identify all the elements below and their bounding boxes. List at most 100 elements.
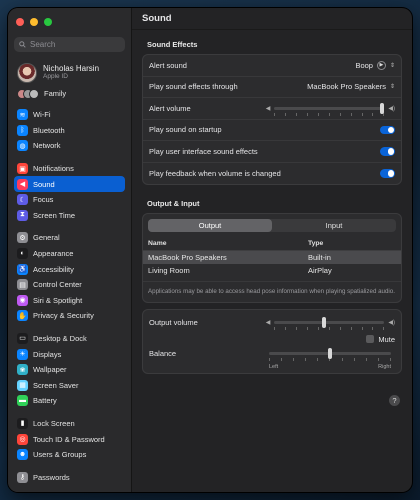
volume-feedback-row: Play feedback when volume is changed xyxy=(143,163,401,185)
volume-feedback-label: Play feedback when volume is changed xyxy=(149,168,281,178)
window-controls xyxy=(14,14,125,35)
sidebar-group: ⚙ General ◐ Appearance ♿ Accessibility ▤ Contro… xyxy=(14,230,125,324)
sidebar-item-screen-time[interactable]: ⧗ Screen Time xyxy=(14,208,125,224)
balance-slider[interactable] xyxy=(269,348,391,361)
family-item[interactable]: Family xyxy=(17,88,125,99)
column-header-type[interactable]: Type xyxy=(302,237,401,251)
dock-icon: ▭ xyxy=(17,332,28,344)
table-row[interactable]: Living Room AirPlay xyxy=(143,264,401,277)
sidebar-item-general[interactable]: ⚙ General xyxy=(14,230,125,246)
sidebar-item-label: Lock Screen xyxy=(33,418,75,428)
sidebar: Search Nicholas Harsin Apple ID Family ≋… xyxy=(8,8,132,492)
sidebar-item-label: Appearance xyxy=(33,248,74,258)
sidebar-item-label: Privacy & Security xyxy=(33,311,94,321)
device-name: Living Room xyxy=(148,265,190,275)
sidebar-item-screen-saver[interactable]: ▦ Screen Saver xyxy=(14,377,125,393)
startup-sound-toggle[interactable] xyxy=(380,125,395,134)
spatial-audio-note: Applications may be able to access head … xyxy=(143,280,401,302)
sidebar-item-control-center[interactable]: ▤ Control Center xyxy=(14,277,125,293)
table-row[interactable]: MacBook Pro Speakers Built-in xyxy=(143,250,401,264)
accessibility-icon: ♿ xyxy=(17,263,28,275)
device-name: MacBook Pro Speakers xyxy=(143,250,303,264)
device-type: Built-in xyxy=(302,250,401,264)
wallpaper-icon: ❀ xyxy=(17,364,28,376)
siri-icon: ◉ xyxy=(17,294,28,306)
appearance-icon: ◐ xyxy=(17,247,28,259)
users-icon: ☻ xyxy=(17,449,28,461)
column-header-name[interactable]: Name xyxy=(143,237,303,251)
play-sound-icon[interactable]: ▶ xyxy=(376,60,386,70)
search-input[interactable]: Search xyxy=(14,37,125,53)
mute-checkbox[interactable] xyxy=(366,335,375,343)
bell-icon: ▣ xyxy=(17,163,28,175)
sidebar-item-label: Focus xyxy=(33,195,54,205)
sidebar-item-passwords[interactable]: ⚷ Passwords xyxy=(14,469,125,485)
output-volume-slider[interactable] xyxy=(274,316,385,330)
family-avatars-icon xyxy=(17,88,39,99)
alert-volume-row: Alert volume ◀ ◀) xyxy=(143,98,401,120)
sidebar-item-users-groups[interactable]: ☻ Users & Groups xyxy=(14,447,125,463)
volume-feedback-toggle[interactable] xyxy=(380,169,395,178)
apple-id-account[interactable]: Nicholas Harsin Apple ID xyxy=(17,62,125,83)
tab-output[interactable]: Output xyxy=(148,219,272,232)
sidebar-item-focus[interactable]: ☾ Focus xyxy=(14,192,125,208)
sidebar-item-wi-fi[interactable]: ≋ Wi-Fi xyxy=(14,107,125,123)
sidebar-item-notifications[interactable]: ▣ Notifications xyxy=(14,161,125,177)
sidebar-item-label: Notifications xyxy=(33,164,74,174)
sidebar-item-battery[interactable]: ▬ Battery xyxy=(14,393,125,409)
sidebar-item-label: Desktop & Dock xyxy=(33,333,87,343)
sidebar-item-siri-spotlight[interactable]: ◉ Siri & Spotlight xyxy=(14,292,125,308)
hourglass-icon: ⧗ xyxy=(17,209,28,221)
sidebar-item-network[interactable]: ◍ Network xyxy=(14,138,125,154)
output-volume-row: Output volume ◀ ◀) xyxy=(143,312,401,334)
alert-volume-label: Alert volume xyxy=(149,103,191,113)
sidebar-item-label: Wallpaper xyxy=(33,365,67,375)
alert-volume-slider[interactable] xyxy=(274,102,385,116)
family-label: Family xyxy=(44,89,67,99)
sidebar-item-label: Battery xyxy=(33,396,57,406)
key-icon: ⚷ xyxy=(17,471,28,483)
speaker-high-icon: ◀) xyxy=(388,105,395,112)
ui-sounds-toggle[interactable] xyxy=(380,147,395,156)
chevron-updown-icon: ⇕ xyxy=(389,62,395,69)
output-volume-slider-wrap: ◀ ◀) xyxy=(266,316,395,330)
sidebar-item-touch-id-password[interactable]: ◎ Touch ID & Password xyxy=(14,431,125,447)
startup-sound-label: Play sound on startup xyxy=(149,125,222,135)
sidebar-item-lock-screen[interactable]: ▮ Lock Screen xyxy=(14,416,125,432)
help-button[interactable]: ? xyxy=(389,395,400,406)
battery-icon: ▬ xyxy=(17,395,28,407)
startup-sound-row: Play sound on startup xyxy=(143,120,401,141)
play-through-popup[interactable]: MacBook Pro Speakers ⇕ xyxy=(307,82,395,91)
alert-volume-slider-wrap: ◀ ◀) xyxy=(265,102,395,116)
sidebar-item-appearance[interactable]: ◐ Appearance xyxy=(14,246,125,262)
balance-left-label: Left xyxy=(269,364,279,370)
sidebar-item-accessibility[interactable]: ♿ Accessibility xyxy=(14,261,125,277)
speaker-icon: ◀ xyxy=(17,178,28,190)
sidebar-item-displays[interactable]: ☀ Displays xyxy=(14,346,125,362)
settings-window: Search Nicholas Harsin Apple ID Family ≋… xyxy=(8,8,412,492)
sidebar-item-desktop-dock[interactable]: ▭ Desktop & Dock xyxy=(14,331,125,347)
output-input-segmented: Output Input xyxy=(148,219,396,232)
search-placeholder: Search xyxy=(30,40,56,50)
sidebar-item-label: Displays xyxy=(33,349,62,359)
output-input-panel: Output Input Name Type MacBook Pro Speak… xyxy=(142,213,402,303)
sidebar-item-bluetooth[interactable]: ᛒ Bluetooth xyxy=(14,123,125,139)
output-volume-label: Output volume xyxy=(149,317,198,327)
sidebar-item-sound[interactable]: ◀ Sound xyxy=(14,176,125,192)
tab-input[interactable]: Input xyxy=(272,219,396,232)
sidebar-item-privacy-security[interactable]: ✋ Privacy & Security xyxy=(14,308,125,324)
speaker-low-icon: ◀ xyxy=(265,105,271,112)
output-volume-knob[interactable] xyxy=(321,316,326,328)
sidebar-nav: ≋ Wi-Fi ᛒ Bluetooth ◍ Network ▣ Notifications ◀ S… xyxy=(14,107,125,492)
sidebar-item-wallpaper[interactable]: ❀ Wallpaper xyxy=(14,362,125,378)
alert-sound-value: Boop xyxy=(355,60,373,70)
zoom-window-button[interactable] xyxy=(44,18,52,26)
minimize-window-button[interactable] xyxy=(30,18,38,26)
alert-volume-knob[interactable] xyxy=(380,102,385,114)
sidebar-item-label: Control Center xyxy=(33,280,82,290)
close-window-button[interactable] xyxy=(16,18,24,26)
sidebar-item-label: Users & Groups xyxy=(33,450,87,460)
gear-icon: ⚙ xyxy=(17,232,28,244)
alert-sound-popup[interactable]: Boop ▶ ⇕ xyxy=(355,60,395,70)
balance-knob[interactable] xyxy=(328,348,332,359)
